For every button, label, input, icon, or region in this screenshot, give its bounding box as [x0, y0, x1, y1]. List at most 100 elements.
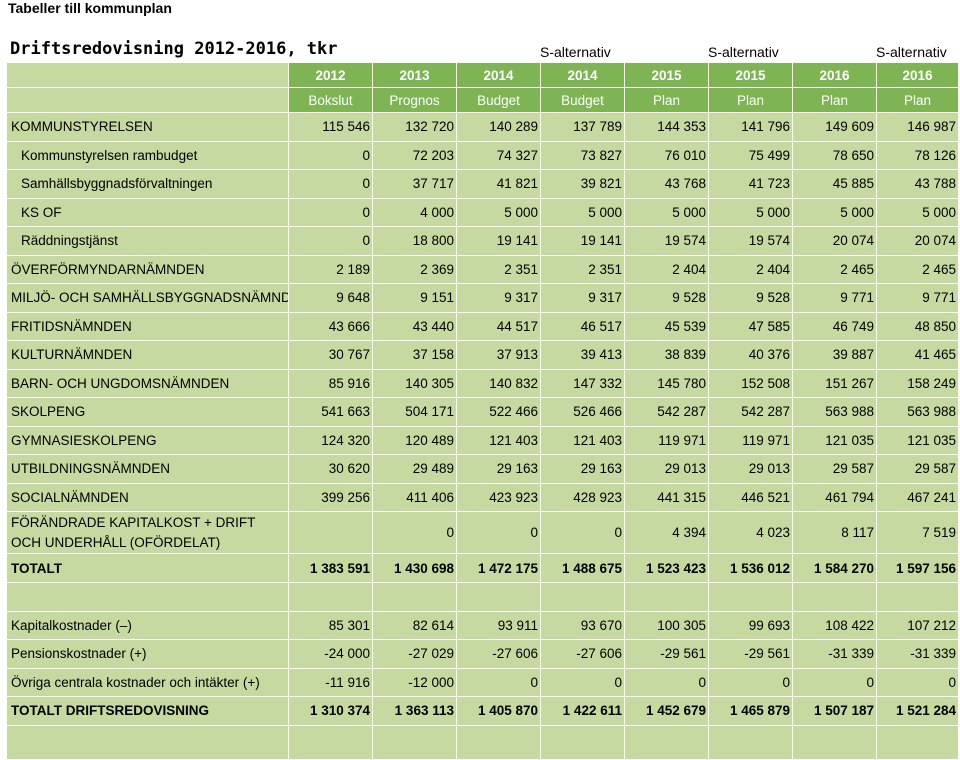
row-label: Kapitalkostnader (–) [6, 610, 289, 640]
value-cell: 44 517 [456, 311, 541, 341]
value-cell: 2 369 [372, 254, 457, 284]
value-cell: 1 430 698 [372, 553, 457, 583]
empty-cell [288, 724, 373, 760]
value-cell: 0 [456, 667, 541, 697]
header-blank [6, 87, 289, 113]
value-cell: -11 916 [288, 667, 373, 697]
value-cell: 18 800 [372, 226, 457, 256]
empty-cell [456, 582, 541, 612]
table-row: FRITIDSNÄMNDEN 43 666 43 440 44 517 46 517 45… [6, 311, 959, 341]
value-cell: 121 035 [876, 425, 959, 455]
value-cell: 504 171 [372, 397, 457, 427]
value-cell: 0 [288, 197, 373, 227]
value-cell: 19 141 [540, 226, 625, 256]
empty-cell [540, 724, 625, 760]
table-row: KOMMUNSTYRELSEN 115 546 132 720 140 289 137 … [6, 112, 959, 142]
value-cell: 19 141 [456, 226, 541, 256]
type-cell: Bokslut [288, 87, 373, 113]
value-cell: 29 587 [792, 454, 877, 484]
empty-cell [876, 724, 959, 760]
table-row: GYMNASIESKOLPENG 124 320 120 489 121 403 121… [6, 425, 959, 455]
value-cell: -31 339 [876, 639, 959, 669]
empty-cell [6, 724, 289, 760]
value-cell: 428 923 [540, 482, 625, 512]
year-header-row: 2012 2013 2014 2014 2015 2015 2016 2016 [6, 62, 959, 88]
table-row: SKOLPENG 541 663 504 171 522 466 526 466 542 … [6, 397, 959, 427]
value-cell: 7 519 [876, 511, 959, 554]
value-cell: 411 406 [372, 482, 457, 512]
row-label: SOCIALNÄMNDEN [6, 482, 289, 512]
value-cell: 29 013 [708, 454, 793, 484]
year-cell: 2014 [540, 62, 625, 88]
alternative-label-2015: S-alternativ [708, 44, 779, 60]
type-header-row: Bokslut Prognos Budget Budget Plan Plan … [6, 87, 959, 113]
value-cell: 5 000 [792, 197, 877, 227]
table-row: Pensionskostnader (+) -24 000 -27 029 -27 6… [6, 639, 959, 669]
empty-cell [540, 582, 625, 612]
value-cell: 37 158 [372, 340, 457, 370]
value-cell: 82 614 [372, 610, 457, 640]
value-cell: 9 648 [288, 283, 373, 313]
value-cell: 40 376 [708, 340, 793, 370]
value-cell: -29 561 [708, 639, 793, 669]
value-cell: 19 574 [624, 226, 709, 256]
value-cell: 158 249 [876, 368, 959, 398]
value-cell: 441 315 [624, 482, 709, 512]
type-cell: Budget [540, 87, 625, 113]
value-cell: 20 074 [876, 226, 959, 256]
value-cell: 100 305 [624, 610, 709, 640]
value-cell: 446 521 [708, 482, 793, 512]
value-cell: 43 666 [288, 311, 373, 341]
empty-cell [708, 724, 793, 760]
row-label: GYMNASIESKOLPENG [6, 425, 289, 455]
value-cell: 0 [288, 226, 373, 256]
value-cell: 37 913 [456, 340, 541, 370]
value-cell: 73 827 [540, 140, 625, 170]
row-label: KOMMUNSTYRELSEN [6, 112, 289, 142]
value-cell: 0 [288, 140, 373, 170]
value-cell: 2 351 [456, 254, 541, 284]
empty-cell [456, 724, 541, 760]
empty-cell [6, 582, 289, 612]
row-label: ÖVERFÖRMYNDARNÄMNDEN [6, 254, 289, 284]
empty-cell [792, 724, 877, 760]
value-cell [288, 511, 373, 554]
row-label: KULTURNÄMNDEN [6, 340, 289, 370]
value-cell: 1 405 870 [456, 696, 541, 726]
table-row: Samhällsbyggnadsförvaltningen 0 37 717 41 8… [6, 169, 959, 199]
table-row: FÖRÄNDRADE KAPITALKOST + DRIFT OCH UNDER… [6, 511, 959, 554]
year-cell: 2012 [288, 62, 373, 88]
type-cell: Plan [792, 87, 877, 113]
value-cell: 41 465 [876, 340, 959, 370]
value-cell: 1 472 175 [456, 553, 541, 583]
value-cell: 0 [456, 511, 541, 554]
value-cell: 38 839 [624, 340, 709, 370]
value-cell: 1 422 611 [540, 696, 625, 726]
value-cell: 0 [708, 667, 793, 697]
value-cell: 119 971 [624, 425, 709, 455]
value-cell: 423 923 [456, 482, 541, 512]
value-cell: 45 885 [792, 169, 877, 199]
value-cell: 1 465 879 [708, 696, 793, 726]
value-cell: 119 971 [708, 425, 793, 455]
value-cell: 20 074 [792, 226, 877, 256]
value-cell: 120 489 [372, 425, 457, 455]
value-cell: 1 488 675 [540, 553, 625, 583]
type-cell: Budget [456, 87, 541, 113]
value-cell: 2 465 [876, 254, 959, 284]
value-cell: 542 287 [708, 397, 793, 427]
empty-cell [792, 582, 877, 612]
row-label: Kommunstyrelsen rambudget [6, 140, 289, 170]
value-cell: 121 403 [540, 425, 625, 455]
value-cell: 4 000 [372, 197, 457, 227]
spacer-row [6, 582, 959, 612]
value-cell: 93 911 [456, 610, 541, 640]
value-cell: 9 771 [792, 283, 877, 313]
value-cell: 5 000 [876, 197, 959, 227]
value-cell: 29 163 [540, 454, 625, 484]
value-cell: 30 767 [288, 340, 373, 370]
value-cell: 5 000 [624, 197, 709, 227]
value-cell: 19 574 [708, 226, 793, 256]
type-cell: Plan [708, 87, 793, 113]
value-cell: 39 821 [540, 169, 625, 199]
